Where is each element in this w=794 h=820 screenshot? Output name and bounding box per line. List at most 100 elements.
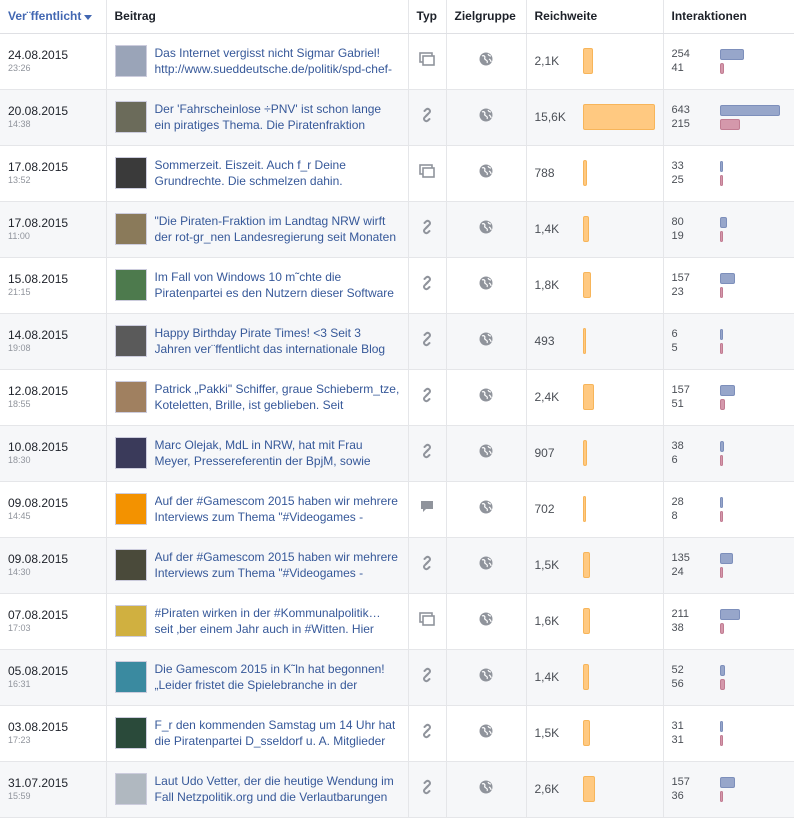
post-date: 07.08.2015 xyxy=(8,608,69,622)
post-date: 17.08.2015 xyxy=(8,160,69,174)
post-thumbnail[interactable] xyxy=(114,381,147,413)
link-icon xyxy=(419,555,435,576)
interactions-cell: 31 31 xyxy=(663,705,794,762)
post-text-line-2[interactable]: Jahren ver¨ffentlicht das internationale… xyxy=(155,341,386,357)
header-published[interactable]: Ver¨ffentlicht xyxy=(0,0,107,34)
table-row[interactable]: 09.08.2015 14:45 Auf der #Gamescom 2015 … xyxy=(0,481,794,538)
header-interactions[interactable]: Interaktionen xyxy=(663,0,794,34)
header-published-label[interactable]: Ver¨ffentlicht xyxy=(8,9,81,23)
post-text-line-1[interactable]: Die Gamescom 2015 in K˜ln hat begonnen! xyxy=(155,661,385,677)
header-type[interactable]: Typ xyxy=(408,0,447,34)
interactions-bar-1 xyxy=(719,552,733,564)
post-text-line-2[interactable]: „Leider fristet die Spielebranche in der xyxy=(155,677,385,693)
header-audience[interactable]: Zielgruppe xyxy=(446,0,527,34)
interactions-value-2: 31 xyxy=(671,734,684,746)
table-row[interactable]: 24.08.2015 23:26 Das Internet vergisst n… xyxy=(0,33,794,90)
table-row[interactable]: 17.08.2015 13:52 Sommerzeit. Eiszeit. Au… xyxy=(0,145,794,202)
sort-caret-icon[interactable] xyxy=(84,14,93,20)
post-thumbnail[interactable] xyxy=(114,717,147,749)
interactions-bar-2 xyxy=(719,734,723,746)
table-row[interactable]: 15.08.2015 21:15 Im Fall von Windows 10 … xyxy=(0,257,794,314)
header-post[interactable]: Beitrag xyxy=(106,0,409,34)
reach-cell: 15,6K xyxy=(526,89,664,146)
post-thumbnail[interactable] xyxy=(114,493,147,525)
post-cell[interactable]: Marc Olejak, MdL in NRW, hat mit Frau Me… xyxy=(106,425,409,482)
post-text-line-1[interactable]: Der 'Fahrscheinlose ÷PNV' ist schon lang… xyxy=(155,101,382,117)
post-text-line-2[interactable]: ein piratiges Thema. Die Piratenfraktion xyxy=(155,117,382,133)
post-cell[interactable]: Auf der #Gamescom 2015 haben wir mehrere… xyxy=(106,481,409,538)
post-text-line-2[interactable]: Interviews zum Thema "#Videogames - xyxy=(155,565,398,581)
reach-cell: 907 xyxy=(526,425,664,482)
interactions-bar-2 xyxy=(719,622,724,634)
post-text-line-1[interactable]: "Die Piraten-Fraktion im Landtag NRW wir… xyxy=(155,213,397,229)
post-text-line-1[interactable]: Laut Udo Vetter, der die heutige Wendung… xyxy=(155,773,394,789)
table-row[interactable]: 05.08.2015 16:31 Die Gamescom 2015 in K˜… xyxy=(0,649,794,706)
table-row[interactable]: 03.08.2015 17:23 F_r den kommenden Samst… xyxy=(0,705,794,762)
post-text-line-1[interactable]: Auf der #Gamescom 2015 haben wir mehrere xyxy=(155,549,398,565)
table-row[interactable]: 10.08.2015 18:30 Marc Olejak, MdL in NRW… xyxy=(0,425,794,482)
table-row[interactable]: 12.08.2015 18:55 Patrick „Pakki" Schiffe… xyxy=(0,369,794,426)
post-text-line-2[interactable]: Fall Netzpolitik.org und die Verlautbaru… xyxy=(155,789,394,805)
post-text-line-2[interactable]: Koteletten, Brille, ist geblieben. Seit xyxy=(155,397,400,413)
post-date: 24.08.2015 xyxy=(8,48,69,62)
post-text-line-1[interactable]: Auf der #Gamescom 2015 haben wir mehrere xyxy=(155,493,398,509)
post-cell[interactable]: F_r den kommenden Samstag um 14 Uhr hat … xyxy=(106,705,409,762)
interactions-value-1: 135 xyxy=(671,552,690,564)
post-thumbnail[interactable] xyxy=(114,661,147,693)
post-cell[interactable]: Auf der #Gamescom 2015 haben wir mehrere… xyxy=(106,537,409,594)
post-cell[interactable]: Das Internet vergisst nicht Sigmar Gabri… xyxy=(106,33,409,90)
post-text-line-1[interactable]: Happy Birthday Pirate Times! <3 Seit 3 xyxy=(155,325,386,341)
type-cell xyxy=(408,313,447,370)
post-text-line-2[interactable]: Interviews zum Thema "#Videogames - xyxy=(155,509,398,525)
post-text-line-2[interactable]: Piratenpartei es den Nutzern dieser Soft… xyxy=(155,285,394,301)
reach-value: 2,4K xyxy=(534,390,560,404)
table-row[interactable]: 07.08.2015 17:03 #Piraten wirken in der … xyxy=(0,593,794,650)
post-text-line-2[interactable]: http://www.sueddeutsche.de/politik/spd-c… xyxy=(155,61,392,77)
interactions-bar-2 xyxy=(719,510,723,522)
header-reach[interactable]: Reichweite xyxy=(526,0,664,34)
post-text-line-2[interactable]: der rot-gr_nen Landesregierung seit Mona… xyxy=(155,229,397,245)
table-row[interactable]: 09.08.2015 14:30 Auf der #Gamescom 2015 … xyxy=(0,537,794,594)
post-thumbnail[interactable] xyxy=(114,269,147,301)
post-cell[interactable]: Die Gamescom 2015 in K˜ln hat begonnen! … xyxy=(106,649,409,706)
post-text-line-1[interactable]: #Piraten wirken in der #Kommunalpolitik… xyxy=(155,605,381,621)
post-thumbnail[interactable] xyxy=(114,325,147,357)
table-row[interactable]: 17.08.2015 11:00 "Die Piraten-Fraktion i… xyxy=(0,201,794,258)
post-text-line-1[interactable]: F_r den kommenden Samstag um 14 Uhr hat xyxy=(155,717,396,733)
post-thumbnail[interactable] xyxy=(114,605,147,637)
reach-cell: 1,5K xyxy=(526,537,664,594)
post-cell[interactable]: Der 'Fahrscheinlose ÷PNV' ist schon lang… xyxy=(106,89,409,146)
interactions-cell: 135 24 xyxy=(663,537,794,594)
post-thumbnail[interactable] xyxy=(114,213,147,245)
post-text-line-2[interactable]: Grundrechte. Die schmelzen dahin. xyxy=(155,173,346,189)
table-row[interactable]: 14.08.2015 19:08 Happy Birthday Pirate T… xyxy=(0,313,794,370)
interactions-bar-1 xyxy=(719,664,725,676)
post-cell[interactable]: Im Fall von Windows 10 m˜chte die Pirate… xyxy=(106,257,409,314)
post-thumbnail[interactable] xyxy=(114,157,147,189)
post-text-line-1[interactable]: Patrick „Pakki" Schiffer, graue Schieber… xyxy=(155,381,400,397)
post-thumbnail[interactable] xyxy=(114,437,147,469)
post-cell[interactable]: Happy Birthday Pirate Times! <3 Seit 3 J… xyxy=(106,313,409,370)
post-cell[interactable]: Sommerzeit. Eiszeit. Auch f_r Deine Grun… xyxy=(106,145,409,202)
link-icon xyxy=(419,723,435,744)
post-cell[interactable]: #Piraten wirken in der #Kommunalpolitik…… xyxy=(106,593,409,650)
date-cell: 14.08.2015 19:08 xyxy=(0,313,107,370)
table-row[interactable]: 31.07.2015 15:59 Laut Udo Vetter, der di… xyxy=(0,761,794,818)
post-text-line-1[interactable]: Sommerzeit. Eiszeit. Auch f_r Deine xyxy=(155,157,346,173)
post-text-line-2[interactable]: seit ‚ber einem Jahr auch in #Witten. Hi… xyxy=(155,621,381,637)
interactions-bar-1 xyxy=(719,272,735,284)
post-text-line-1[interactable]: Das Internet vergisst nicht Sigmar Gabri… xyxy=(155,45,392,61)
post-cell[interactable]: Laut Udo Vetter, der die heutige Wendung… xyxy=(106,761,409,818)
post-thumbnail[interactable] xyxy=(114,549,147,581)
table-row[interactable]: 20.08.2015 14:38 Der 'Fahrscheinlose ÷PN… xyxy=(0,89,794,146)
post-text-line-2[interactable]: Meyer, Pressereferentin der BpjM, sowie xyxy=(155,453,371,469)
post-cell[interactable]: "Die Piraten-Fraktion im Landtag NRW wir… xyxy=(106,201,409,258)
post-cell[interactable]: Patrick „Pakki" Schiffer, graue Schieber… xyxy=(106,369,409,426)
post-thumbnail[interactable] xyxy=(114,773,147,805)
type-cell xyxy=(408,89,447,146)
post-thumbnail[interactable] xyxy=(114,45,147,77)
post-text-line-1[interactable]: Marc Olejak, MdL in NRW, hat mit Frau xyxy=(155,437,371,453)
post-text-line-2[interactable]: die Piratenpartei D_sseldorf u. A. Mitgl… xyxy=(155,733,396,749)
post-text-line-1[interactable]: Im Fall von Windows 10 m˜chte die xyxy=(155,269,394,285)
post-thumbnail[interactable] xyxy=(114,101,147,133)
